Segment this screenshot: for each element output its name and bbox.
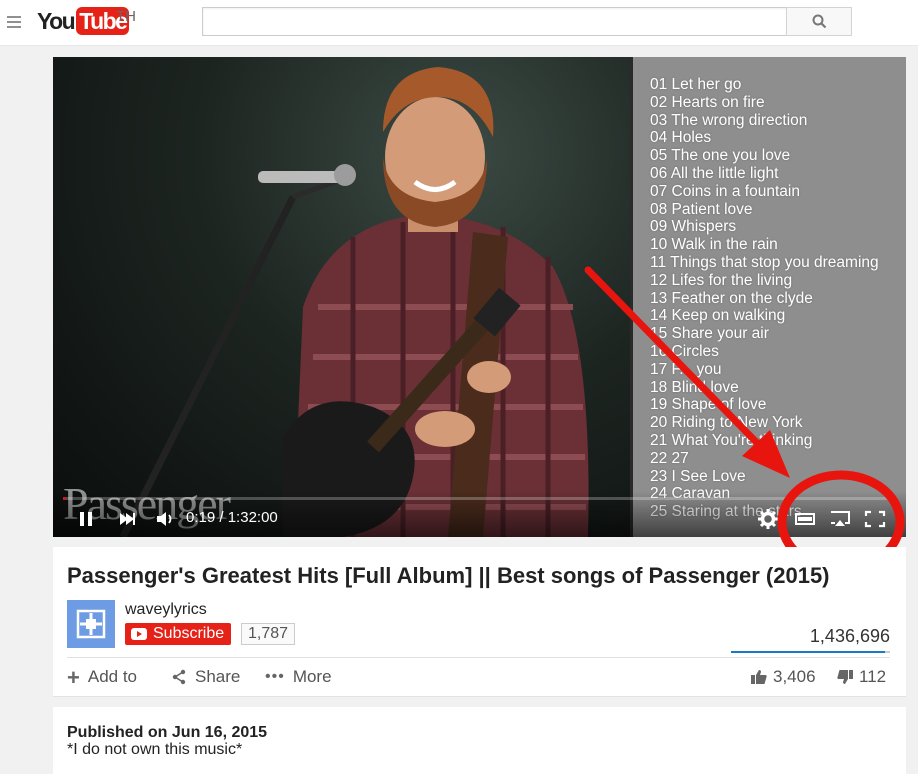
dislike-count: 112 (859, 667, 887, 686)
logo-you-text: You (37, 7, 76, 34)
channel-avatar[interactable] (67, 600, 115, 648)
description-card: Published on Jun 16, 2015 *I do not own … (53, 707, 906, 774)
like-count: 3,406 (773, 667, 816, 686)
track-item: 01 Let her go (650, 76, 742, 93)
track-item: 16 Circles (650, 342, 719, 360)
channel-logo-icon (76, 609, 106, 639)
video-frame[interactable]: Passenger (53, 57, 630, 537)
track-item: 07 Coins in a fountain (650, 182, 800, 200)
time-total: 1:32:00 (227, 509, 278, 526)
fullscreen-icon[interactable] (864, 510, 886, 528)
track-item: 20 Riding to New York (650, 414, 803, 432)
like-ratio-fill (731, 651, 885, 653)
track-item: 18 Blind love (650, 378, 739, 396)
search-input[interactable] (202, 7, 787, 36)
time-display: 0:19 / 1:32:00 (186, 509, 278, 526)
more-label: More (292, 667, 332, 686)
thumbs-up-icon (751, 670, 767, 684)
published-date: Published on Jun 16, 2015 (67, 724, 268, 741)
volume-icon[interactable] (155, 510, 175, 528)
tracklist-panel: 01 Let her go 02 Hearts on fire 03 The wro… (630, 57, 906, 537)
more-dots-icon: ••• (265, 668, 285, 685)
share-button[interactable]: Share (171, 667, 240, 687)
track-item: 06 All the little light (650, 164, 779, 182)
track-item: 02 Hearts on fire (650, 93, 765, 111)
add-to-button[interactable]: + Add to (67, 664, 138, 690)
track-item: 12 Lifes for the living (650, 271, 793, 289)
video-player[interactable]: Passenger 01 Let her go02 Hearts on fire… (53, 57, 906, 537)
airplay-icon[interactable] (829, 510, 851, 528)
tracklist: 01 Let her go 02 Hearts on fire 03 The wro… (650, 76, 879, 521)
more-button[interactable]: ••• More (265, 667, 332, 687)
search-icon (812, 14, 826, 29)
share-label: Share (195, 667, 241, 686)
add-to-label: Add to (87, 667, 138, 686)
subscribe-label: Subscribe (153, 625, 225, 642)
video-info-card: Passenger's Greatest Hits [Full Album] |… (53, 547, 906, 697)
track-item: 04 Holes (650, 129, 712, 147)
progress-played (63, 497, 66, 500)
track-item: 11 Things that stop you dreaming (650, 253, 879, 271)
masthead: You Tube TH (0, 0, 918, 46)
track-item: 09 Whispers (650, 218, 737, 236)
pause-icon[interactable] (77, 510, 97, 528)
plus-icon: + (67, 664, 80, 690)
track-item: 21 What You're thinking (650, 431, 813, 449)
track-item: 15 Share your air (650, 325, 769, 343)
divider (67, 657, 890, 658)
track-item: 22 27 (650, 449, 689, 467)
track-item: 03 The wrong direction (650, 111, 808, 129)
next-icon[interactable] (117, 510, 137, 528)
channel-name[interactable]: waveylyrics (125, 601, 207, 619)
dislike-button[interactable]: 112 (836, 667, 886, 687)
track-item: 23 I See Love (650, 467, 746, 485)
subscriber-count: 1,787 (241, 623, 296, 645)
subscribe-button[interactable]: Subscribe (125, 623, 232, 645)
track-item: 13 Feather on the clyde (650, 289, 813, 307)
track-item: 14 Keep on walking (650, 307, 786, 325)
thumbs-down-icon (837, 670, 853, 684)
track-item: 17 F... you (650, 360, 722, 378)
track-item: 19 Shape of love (650, 396, 767, 414)
description-text: *I do not own this music* (67, 741, 243, 758)
gear-icon[interactable] (757, 508, 779, 530)
hamburger-menu-icon[interactable] (7, 16, 21, 28)
video-title: Passenger's Greatest Hits [Full Album] |… (67, 563, 830, 588)
theater-mode-icon[interactable] (794, 510, 816, 528)
search-button[interactable] (786, 7, 852, 36)
share-icon (172, 669, 186, 685)
track-item: 05 The one you love (650, 147, 791, 165)
time-separator: / (219, 509, 224, 526)
like-button[interactable]: 3,406 (750, 667, 816, 687)
view-count: 1,436,696 (809, 626, 890, 646)
time-current: 0:19 (186, 509, 216, 526)
youtube-play-icon (131, 628, 147, 640)
track-item: 08 Patient love (650, 200, 753, 218)
track-item: 10 Walk in the rain (650, 236, 778, 254)
like-sentiment-bar (731, 651, 890, 653)
country-code: TH (116, 8, 136, 25)
progress-bar[interactable] (63, 497, 896, 500)
performer-image (119, 67, 589, 537)
